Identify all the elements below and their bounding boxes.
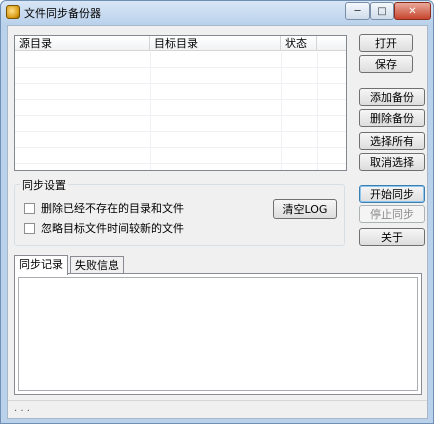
- maximize-button[interactable]: □: [370, 2, 394, 20]
- option-ignore-newer[interactable]: 忽略目标文件时间较新的文件: [24, 220, 184, 236]
- grid-column-line: [281, 52, 282, 170]
- minimize-button[interactable]: ─: [345, 2, 370, 20]
- start-sync-button[interactable]: 开始同步: [359, 185, 425, 203]
- column-source-dir[interactable]: 源目录: [15, 36, 150, 51]
- grid-line: [15, 115, 346, 116]
- tab-sync-log[interactable]: 同步记录: [14, 255, 68, 275]
- save-button[interactable]: 保存: [359, 55, 413, 73]
- stop-sync-button[interactable]: 停止同步: [359, 205, 425, 223]
- add-backup-button[interactable]: 添加备份: [359, 88, 425, 106]
- open-button[interactable]: 打开: [359, 34, 413, 52]
- log-tabs: 同步记录 失败信息: [14, 255, 422, 275]
- sync-settings-title: 同步设置: [20, 177, 68, 193]
- column-status[interactable]: 状态: [281, 36, 317, 51]
- ignore-newer-label: 忽略目标文件时间较新的文件: [41, 222, 184, 235]
- option-delete-missing[interactable]: 删除已经不存在的目录和文件: [24, 200, 184, 216]
- status-bar: . . .: [8, 400, 427, 418]
- app-window: 文件同步备份器 ─ □ ✕ 源目录 目标目录 状态 打开 保存 添加备份 删除备…: [0, 0, 434, 424]
- backup-list[interactable]: 源目录 目标目录 状态: [14, 35, 347, 171]
- client-area: 源目录 目标目录 状态 打开 保存 添加备份 删除备份 选择所有 取消选择 开始…: [7, 25, 428, 419]
- grid-line: [15, 67, 346, 68]
- sync-settings-group: 同步设置 删除已经不存在的目录和文件 忽略目标文件时间较新的文件 清空LOG: [14, 177, 345, 246]
- column-target-dir[interactable]: 目标目录: [150, 36, 281, 51]
- delete-backup-button[interactable]: 删除备份: [359, 109, 425, 127]
- grid-line: [15, 147, 346, 148]
- grid-line: [15, 83, 346, 84]
- list-header: 源目录 目标目录 状态: [15, 36, 346, 51]
- tab-failure-info[interactable]: 失败信息: [70, 256, 124, 274]
- grid-column-line: [317, 52, 318, 170]
- grid-line: [15, 131, 346, 132]
- title-bar[interactable]: 文件同步备份器 ─ □ ✕: [1, 1, 433, 23]
- ignore-newer-checkbox[interactable]: [24, 222, 35, 234]
- select-all-button[interactable]: 选择所有: [359, 132, 425, 150]
- grid-line: [15, 163, 346, 164]
- cancel-select-button[interactable]: 取消选择: [359, 153, 425, 171]
- clear-log-button[interactable]: 清空LOG: [273, 199, 337, 219]
- tab-panel: [14, 273, 422, 395]
- close-button[interactable]: ✕: [394, 2, 431, 20]
- window-title: 文件同步备份器: [24, 7, 101, 20]
- sync-log-textarea[interactable]: [18, 277, 418, 391]
- list-body[interactable]: [15, 52, 346, 170]
- app-icon: [6, 5, 20, 19]
- delete-missing-label: 删除已经不存在的目录和文件: [41, 202, 184, 215]
- delete-missing-checkbox[interactable]: [24, 202, 35, 214]
- grid-column-line: [150, 52, 151, 170]
- about-button[interactable]: 关于: [359, 228, 425, 246]
- grid-line: [15, 99, 346, 100]
